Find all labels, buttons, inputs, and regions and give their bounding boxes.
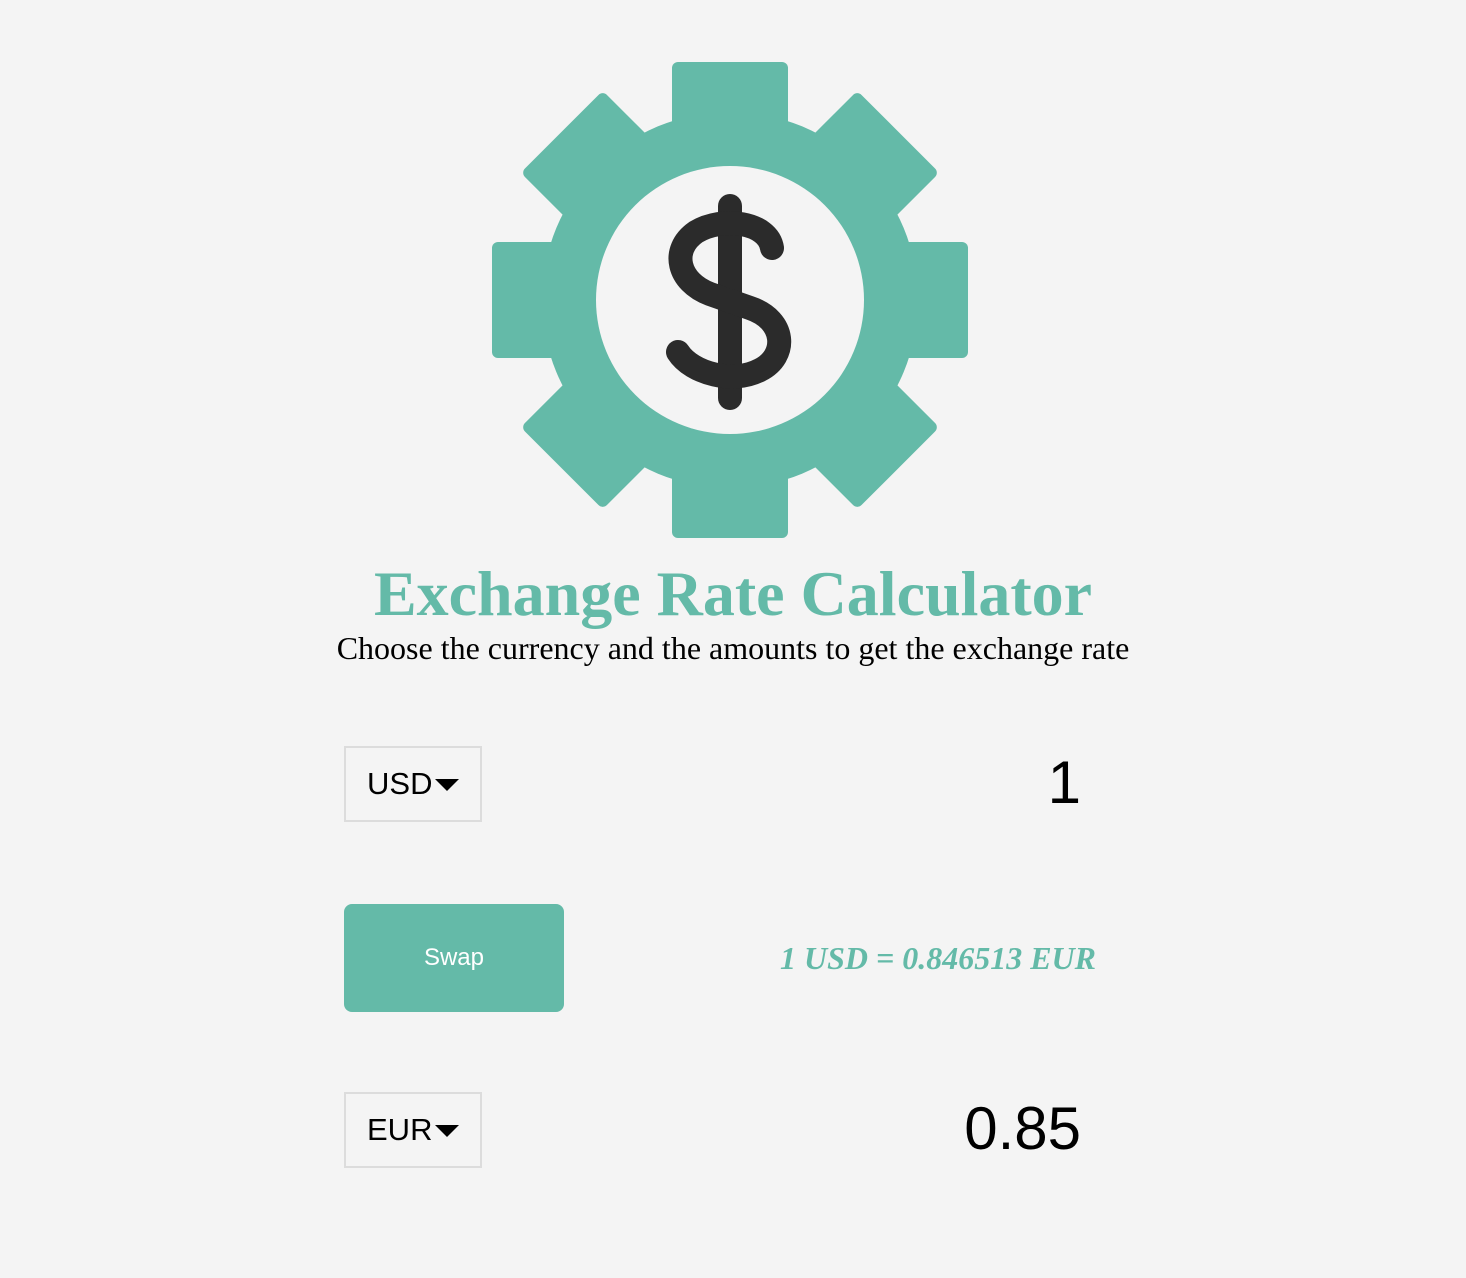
to-currency-label: EUR — [367, 1112, 433, 1147]
to-amount-input[interactable]: 0.85 — [964, 1094, 1081, 1164]
to-currency-select[interactable]: EUR — [344, 1092, 482, 1168]
page-title: Exchange Rate Calculator — [373, 558, 1093, 629]
caret-down-icon — [435, 1125, 460, 1137]
swap-button-label: Swap — [423, 944, 485, 971]
page-subtitle: Choose the currency and the amounts to g… — [336, 630, 1130, 666]
exchange-rate-text: 1 USD = 0.846513 EUR — [779, 940, 1096, 976]
from-amount-input[interactable]: 1 — [1048, 748, 1081, 818]
swap-button[interactable]: Swap — [344, 904, 564, 1012]
from-currency-select[interactable]: USD — [344, 746, 482, 822]
from-currency-label: USD — [367, 766, 433, 801]
dollar-gear-icon — [490, 60, 970, 540]
caret-down-icon — [435, 779, 460, 791]
